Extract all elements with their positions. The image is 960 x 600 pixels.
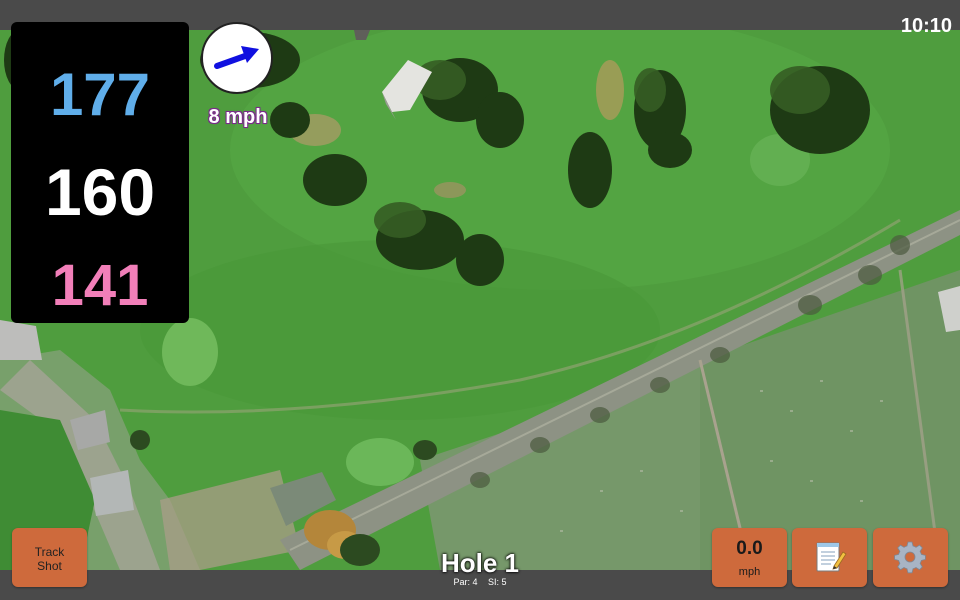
hole-info: Par: 4 SI: 5 (380, 577, 580, 587)
hole-title: Hole 1 (440, 548, 520, 578)
yardage-panel: 177 160 141 (11, 22, 189, 323)
stroke-index-label: SI: 5 (488, 577, 507, 587)
gear-icon (893, 540, 927, 579)
wind-arrow-icon (214, 46, 259, 69)
speed-value: 0.0 (736, 538, 763, 559)
track-shot-label-line1: Track (34, 545, 65, 559)
status-time: 10:10 (900, 15, 952, 37)
track-shot-button[interactable]: Track Shot (12, 528, 87, 587)
notepad-icon (812, 540, 848, 579)
track-shot-label-line2: Shot (37, 559, 62, 573)
speed-button[interactable]: 0.0 mph (712, 528, 787, 587)
settings-button[interactable] (873, 528, 948, 587)
notes-button[interactable] (792, 528, 867, 587)
front-yardage: 141 (51, 253, 149, 318)
back-yardage: 177 (49, 61, 151, 128)
center-yardage: 160 (44, 155, 156, 229)
wind-indicator (201, 22, 273, 94)
wind-speed: 8 mph (208, 106, 268, 128)
speed-unit: mph (738, 566, 761, 578)
par-label: Par: 4 (453, 577, 478, 587)
